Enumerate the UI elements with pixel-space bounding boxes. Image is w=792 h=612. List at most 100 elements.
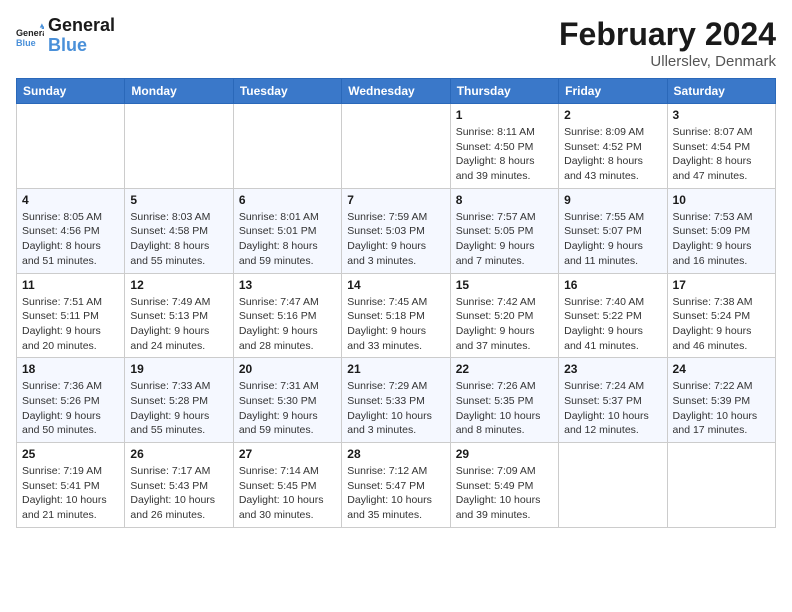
day-number: 26 xyxy=(130,447,227,461)
calendar-table: SundayMondayTuesdayWednesdayThursdayFrid… xyxy=(16,78,776,528)
calendar-cell: 3 Sunrise: 8:07 AMSunset: 4:54 PMDaylight… xyxy=(667,104,775,189)
day-number: 12 xyxy=(130,278,227,292)
calendar-header-row: SundayMondayTuesdayWednesdayThursdayFrid… xyxy=(17,79,776,104)
calendar-cell: 24Sunrise: 7:22 AMSunset: 5:39 PMDayligh… xyxy=(667,358,775,443)
day-info: Sunrise: 7:14 AMSunset: 5:45 PMDaylight:… xyxy=(239,464,336,523)
day-number: 22 xyxy=(456,362,553,376)
calendar-cell: 15 Sunrise: 7:42 AMSunset: 5:20 PMDayligh… xyxy=(450,273,558,358)
day-number: 19 xyxy=(130,362,227,376)
day-number: 10 xyxy=(673,193,770,207)
calendar-cell: 17Sunrise: 7:38 AMSunset: 5:24 PMDayligh… xyxy=(667,273,775,358)
day-info: Sunrise: 8:03 AMSunset: 4:58 PMDaylight:… xyxy=(130,210,227,269)
day-info: Sunrise: 7:29 AMSunset: 5:33 PMDaylight:… xyxy=(347,379,444,438)
calendar-cell: 14Sunrise: 7:45 AMSunset: 5:18 PMDayligh… xyxy=(342,273,450,358)
calendar-cell: 10 Sunrise: 7:53 AMSunset: 5:09 PMDayligh… xyxy=(667,188,775,273)
day-info: Sunrise: 7:42 AMSunset: 5:20 PMDaylight:… xyxy=(456,295,553,354)
svg-text:Blue: Blue xyxy=(16,38,36,48)
day-of-week-header: Thursday xyxy=(450,79,558,104)
day-number: 5 xyxy=(130,193,227,207)
day-of-week-header: Monday xyxy=(125,79,233,104)
calendar-week-row: 11Sunrise: 7:51 AMSunset: 5:11 PMDayligh… xyxy=(17,273,776,358)
calendar-cell: 18 Sunrise: 7:36 AMSunset: 5:26 PMDayligh… xyxy=(17,358,125,443)
day-info: Sunrise: 7:53 AMSunset: 5:09 PMDaylight:… xyxy=(673,210,770,269)
calendar-cell: 11Sunrise: 7:51 AMSunset: 5:11 PMDayligh… xyxy=(17,273,125,358)
svg-text:General: General xyxy=(16,28,44,38)
calendar-cell: 16Sunrise: 7:40 AMSunset: 5:22 PMDayligh… xyxy=(559,273,667,358)
day-info: Sunrise: 8:11 AMSunset: 4:50 PMDaylight:… xyxy=(456,125,553,184)
calendar-cell xyxy=(17,104,125,189)
calendar-cell: 21 Sunrise: 7:29 AMSunset: 5:33 PMDayligh… xyxy=(342,358,450,443)
day-info: Sunrise: 8:09 AMSunset: 4:52 PMDaylight:… xyxy=(564,125,661,184)
day-info: Sunrise: 7:26 AMSunset: 5:35 PMDaylight:… xyxy=(456,379,553,438)
calendar-cell: 28 Sunrise: 7:12 AMSunset: 5:47 PMDayligh… xyxy=(342,443,450,528)
day-number: 20 xyxy=(239,362,336,376)
day-of-week-header: Sunday xyxy=(17,79,125,104)
calendar-cell: 13 Sunrise: 7:47 AMSunset: 5:16 PMDayligh… xyxy=(233,273,341,358)
page-header: General Blue General Blue February 2024 … xyxy=(16,16,776,70)
day-info: Sunrise: 7:40 AMSunset: 5:22 PMDaylight:… xyxy=(564,295,661,354)
calendar-cell: 25 Sunrise: 7:19 AMSunset: 5:41 PMDayligh… xyxy=(17,443,125,528)
day-of-week-header: Saturday xyxy=(667,79,775,104)
day-number: 27 xyxy=(239,447,336,461)
day-info: Sunrise: 8:01 AMSunset: 5:01 PMDaylight:… xyxy=(239,210,336,269)
day-info: Sunrise: 7:31 AMSunset: 5:30 PMDaylight:… xyxy=(239,379,336,438)
day-info: Sunrise: 8:05 AMSunset: 4:56 PMDaylight:… xyxy=(22,210,119,269)
calendar-week-row: 18 Sunrise: 7:36 AMSunset: 5:26 PMDayligh… xyxy=(17,358,776,443)
calendar-cell: 9 Sunrise: 7:55 AMSunset: 5:07 PMDaylight… xyxy=(559,188,667,273)
logo-icon: General Blue xyxy=(16,22,44,50)
day-info: Sunrise: 7:19 AMSunset: 5:41 PMDaylight:… xyxy=(22,464,119,523)
day-info: Sunrise: 7:45 AMSunset: 5:18 PMDaylight:… xyxy=(347,295,444,354)
day-number: 23 xyxy=(564,362,661,376)
calendar-cell: 19Sunrise: 7:33 AMSunset: 5:28 PMDayligh… xyxy=(125,358,233,443)
calendar-cell: 22 Sunrise: 7:26 AMSunset: 5:35 PMDayligh… xyxy=(450,358,558,443)
day-number: 7 xyxy=(347,193,444,207)
calendar-cell: 7 Sunrise: 7:59 AMSunset: 5:03 PMDaylight… xyxy=(342,188,450,273)
day-info: Sunrise: 7:55 AMSunset: 5:07 PMDaylight:… xyxy=(564,210,661,269)
day-number: 29 xyxy=(456,447,553,461)
day-number: 21 xyxy=(347,362,444,376)
calendar-cell: 1 Sunrise: 8:11 AMSunset: 4:50 PMDaylight… xyxy=(450,104,558,189)
calendar-cell xyxy=(342,104,450,189)
calendar-cell xyxy=(125,104,233,189)
day-info: Sunrise: 7:57 AMSunset: 5:05 PMDaylight:… xyxy=(456,210,553,269)
day-info: Sunrise: 7:09 AMSunset: 5:49 PMDaylight:… xyxy=(456,464,553,523)
day-info: Sunrise: 8:07 AMSunset: 4:54 PMDaylight:… xyxy=(673,125,770,184)
day-number: 15 xyxy=(456,278,553,292)
calendar-cell: 23 Sunrise: 7:24 AMSunset: 5:37 PMDayligh… xyxy=(559,358,667,443)
day-info: Sunrise: 7:12 AMSunset: 5:47 PMDaylight:… xyxy=(347,464,444,523)
calendar-cell xyxy=(233,104,341,189)
day-number: 4 xyxy=(22,193,119,207)
day-number: 3 xyxy=(673,108,770,122)
day-number: 9 xyxy=(564,193,661,207)
month-year-title: February 2024 xyxy=(559,16,776,53)
calendar-cell: 27 Sunrise: 7:14 AMSunset: 5:45 PMDayligh… xyxy=(233,443,341,528)
day-info: Sunrise: 7:47 AMSunset: 5:16 PMDaylight:… xyxy=(239,295,336,354)
day-number: 25 xyxy=(22,447,119,461)
calendar-cell: 20 Sunrise: 7:31 AMSunset: 5:30 PMDayligh… xyxy=(233,358,341,443)
day-info: Sunrise: 7:36 AMSunset: 5:26 PMDaylight:… xyxy=(22,379,119,438)
day-info: Sunrise: 7:17 AMSunset: 5:43 PMDaylight:… xyxy=(130,464,227,523)
calendar-cell: 2 Sunrise: 8:09 AMSunset: 4:52 PMDaylight… xyxy=(559,104,667,189)
day-number: 11 xyxy=(22,278,119,292)
day-info: Sunrise: 7:59 AMSunset: 5:03 PMDaylight:… xyxy=(347,210,444,269)
calendar-cell: 4 Sunrise: 8:05 AMSunset: 4:56 PMDaylight… xyxy=(17,188,125,273)
logo: General Blue General Blue xyxy=(16,16,115,56)
day-of-week-header: Friday xyxy=(559,79,667,104)
day-info: Sunrise: 7:22 AMSunset: 5:39 PMDaylight:… xyxy=(673,379,770,438)
location-subtitle: Ullerslev, Denmark xyxy=(559,53,776,70)
day-number: 18 xyxy=(22,362,119,376)
calendar-cell xyxy=(559,443,667,528)
day-info: Sunrise: 7:24 AMSunset: 5:37 PMDaylight:… xyxy=(564,379,661,438)
calendar-cell: 5 Sunrise: 8:03 AMSunset: 4:58 PMDaylight… xyxy=(125,188,233,273)
day-number: 13 xyxy=(239,278,336,292)
day-of-week-header: Wednesday xyxy=(342,79,450,104)
day-of-week-header: Tuesday xyxy=(233,79,341,104)
calendar-cell xyxy=(667,443,775,528)
day-number: 1 xyxy=(456,108,553,122)
calendar-cell: 29 Sunrise: 7:09 AMSunset: 5:49 PMDayligh… xyxy=(450,443,558,528)
calendar-cell: 26 Sunrise: 7:17 AMSunset: 5:43 PMDayligh… xyxy=(125,443,233,528)
calendar-week-row: 4 Sunrise: 8:05 AMSunset: 4:56 PMDaylight… xyxy=(17,188,776,273)
calendar-cell: 8Sunrise: 7:57 AMSunset: 5:05 PMDaylight… xyxy=(450,188,558,273)
day-number: 28 xyxy=(347,447,444,461)
day-number: 2 xyxy=(564,108,661,122)
